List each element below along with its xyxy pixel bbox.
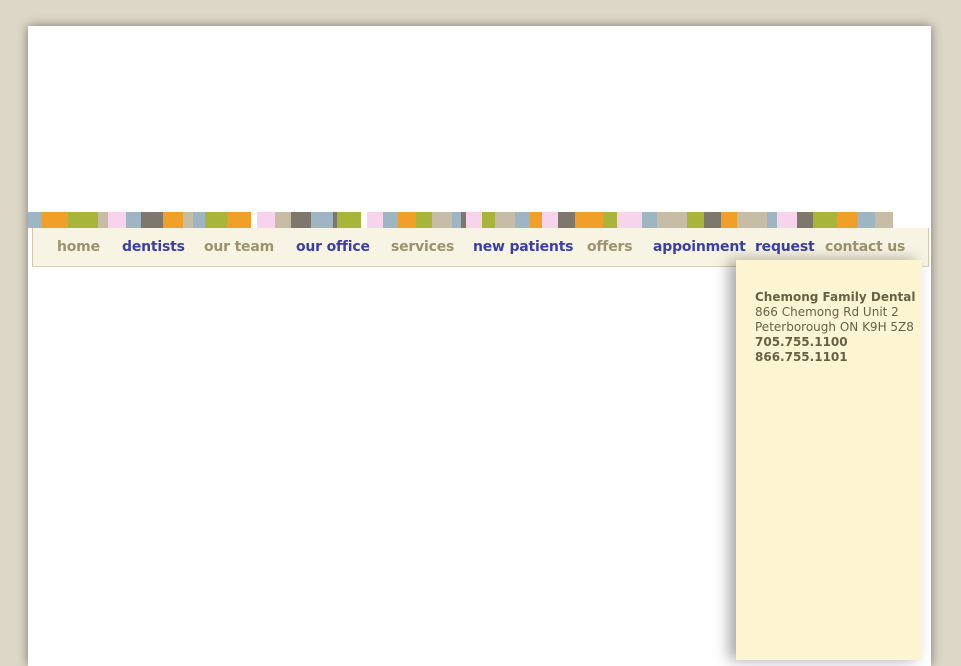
stripe-block [767,212,777,228]
stripe-block [813,212,837,228]
nav-dentists[interactable]: dentists [122,239,185,255]
practice-name: Chemong Family Dental [755,290,916,304]
stripe-block [416,212,432,228]
stripe-block [642,212,657,228]
stripe-block [291,212,311,228]
nav-offers[interactable]: offers [587,239,633,255]
stripe-block [603,212,617,228]
stripe-block [530,212,542,228]
stripe-block [797,212,813,228]
phone-number: 705.755.1100 [755,335,848,349]
nav-our-office[interactable]: our office [296,239,370,255]
stripe-block [777,212,797,228]
stripe-block [367,212,383,228]
stripe-block [398,212,416,228]
street-address: 866 Chemong Rd Unit 2 [755,305,899,319]
stripe-block [108,212,126,228]
stripe-block [857,212,875,228]
stripe-block [383,212,398,228]
nav-appointment-request[interactable]: appoinment request [653,239,815,255]
stripe-block [452,212,461,228]
stripe-block [141,212,163,228]
stripe-block [721,212,737,228]
nav-contact-us[interactable]: contact us [825,239,905,255]
stripe-block [205,212,227,228]
nav-services[interactable]: services [391,239,454,255]
city-postal: Peterborough ON K9H 5Z8 [755,320,914,334]
stripe-block [687,212,704,228]
contact-address: Chemong Family Dental 866 Chemong Rd Uni… [755,290,915,365]
nav-new-patients[interactable]: new patients [473,239,574,255]
stripe-block [558,212,575,228]
stripe-block [837,212,857,228]
stripe-block [432,212,452,228]
nav-our-team[interactable]: our team [204,239,274,255]
header-banner [28,26,931,212]
stripe-block [193,212,205,228]
nav-home[interactable]: home [57,239,100,255]
contact-sidebar: Chemong Family Dental 866 Chemong Rd Uni… [736,260,922,660]
stripe-block [737,212,767,228]
stripe-block [515,212,530,228]
stripe-block [875,212,893,228]
stripe-block [163,212,183,228]
stripe-block [98,212,108,228]
stripe-block [275,212,291,228]
stripe-block [575,212,603,228]
decorative-color-stripe [28,212,931,228]
stripe-block [495,212,515,228]
stripe-block [126,212,141,228]
toll-free-number: 866.755.1101 [755,350,848,364]
stripe-block [227,212,251,228]
stripe-block [542,212,558,228]
stripe-block [68,212,98,228]
stripe-block [482,212,495,228]
stripe-block [704,212,721,228]
stripe-block [657,212,687,228]
stripe-block [617,212,642,228]
stripe-block [42,212,68,228]
stripe-block [183,212,193,228]
stripe-block [337,212,361,228]
stripe-block [466,212,482,228]
stripe-block [28,212,42,228]
stripe-block [257,212,275,228]
stripe-block [311,212,333,228]
